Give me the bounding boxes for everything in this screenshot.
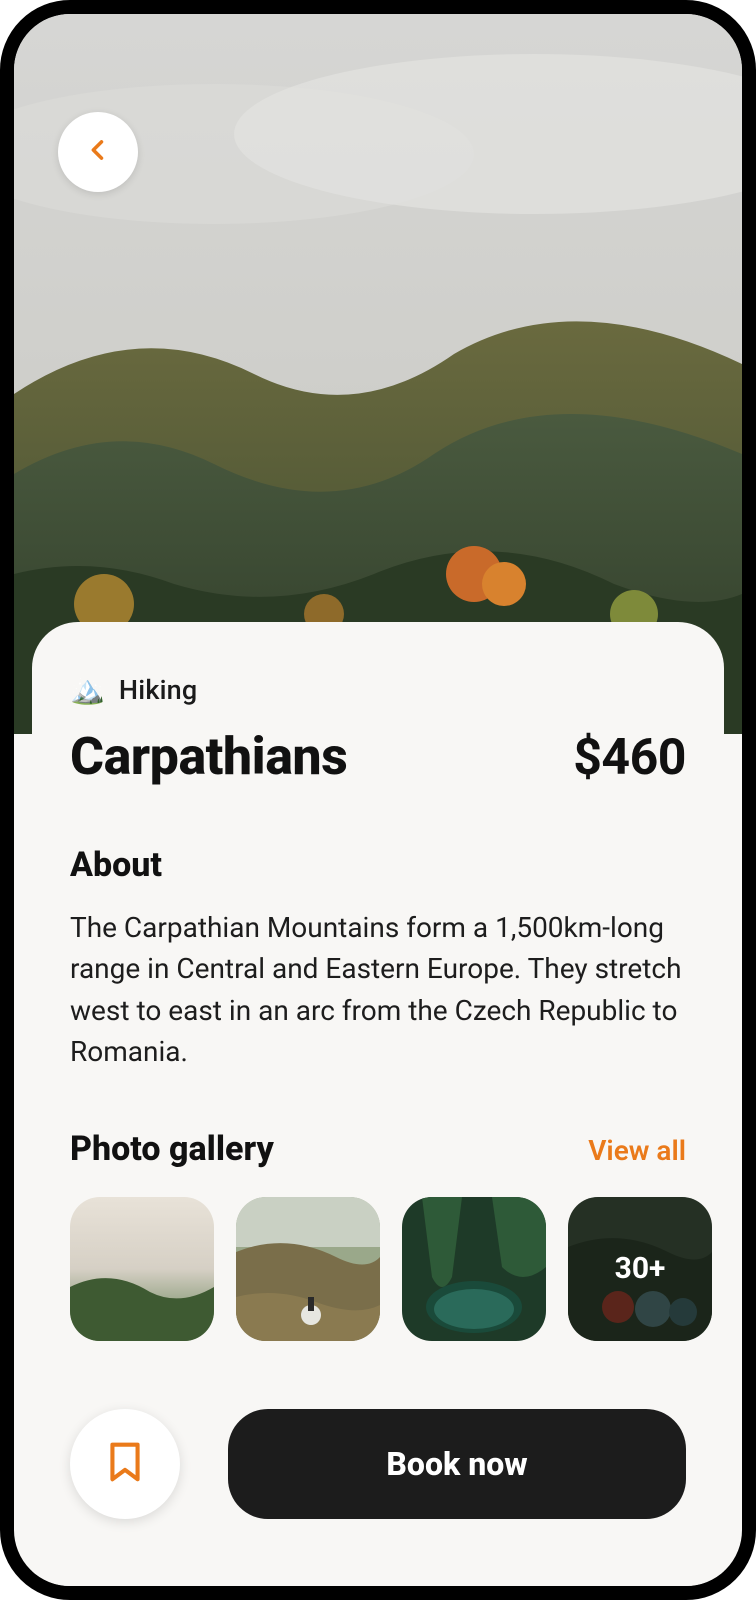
view-all-link[interactable]: View all — [588, 1134, 686, 1167]
trip-price: $460 — [573, 729, 686, 787]
gallery-thumb-3[interactable] — [402, 1197, 546, 1341]
book-now-label: Book now — [386, 1445, 527, 1483]
trip-title: Carpathians — [70, 726, 347, 787]
category-row: 🏔️ Hiking — [70, 674, 686, 706]
gallery-thumb-2[interactable] — [236, 1197, 380, 1341]
back-button[interactable] — [58, 112, 138, 192]
title-row: Carpathians $460 — [70, 726, 686, 787]
book-now-button[interactable]: Book now — [228, 1409, 686, 1519]
mountain-icon: 🏔️ — [70, 676, 105, 704]
category-label: Hiking — [119, 674, 198, 706]
chevron-left-icon — [84, 136, 112, 168]
detail-sheet: 🏔️ Hiking Carpathians $460 About The Car… — [32, 622, 724, 1600]
gallery-thumb-more[interactable]: 30+ — [568, 1197, 712, 1341]
gallery-thumb-1[interactable] — [70, 1197, 214, 1341]
bookmark-button[interactable] — [70, 1409, 180, 1519]
gallery-header: Photo gallery View all — [70, 1129, 686, 1169]
gallery-row: 30+ — [70, 1197, 686, 1341]
about-text: The Carpathian Mountains form a 1,500km-… — [70, 907, 686, 1073]
gallery-heading: Photo gallery — [70, 1129, 274, 1169]
about-heading: About — [70, 845, 686, 885]
bookmark-icon — [106, 1440, 144, 1488]
phone-frame: 🏔️ Hiking Carpathians $460 About The Car… — [0, 0, 756, 1600]
gallery-more-count: 30+ — [568, 1197, 712, 1341]
footer-row: Book now — [70, 1409, 686, 1519]
